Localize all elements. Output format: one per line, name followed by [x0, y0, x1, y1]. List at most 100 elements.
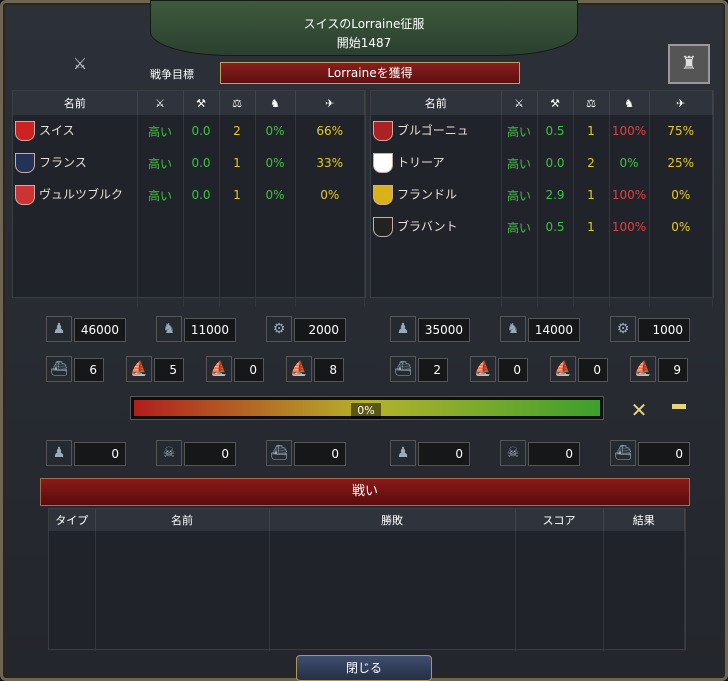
light-ship-count: 5 [154, 358, 184, 382]
country-row[interactable]: スイス 高い 0.0 2 0% 66% [13, 115, 365, 147]
infantry-losses: 0 [74, 442, 126, 466]
country-flag-icon[interactable] [373, 185, 393, 205]
transport-icon: ⛵ [630, 356, 656, 382]
artillery-icon: ⚙ [266, 316, 292, 342]
country-name: スイス [39, 123, 75, 138]
leader-portrait[interactable]: ♜ [668, 44, 710, 84]
stat-cell: 0% [649, 211, 713, 243]
morale-icon: ⚒ [183, 91, 220, 115]
ship-loss-icon: ⛴ [266, 440, 292, 466]
col-name: 名前 [95, 509, 270, 531]
country-row[interactable]: フランス 高い 0.0 1 0% 33% [13, 147, 365, 179]
stat-cell: 高い [501, 115, 538, 147]
close-button[interactable]: 閉じる [296, 655, 432, 681]
stat-cell: 0.0 [183, 147, 220, 179]
country-name: ヴュルツブルク [39, 187, 124, 202]
infantry-icon: ♟ [46, 316, 72, 342]
country-name: ブラバント [397, 219, 458, 234]
galley-icon: ⛵ [550, 356, 576, 382]
country-row[interactable]: ブラバント 高い 0.5 1 100% 0% [371, 211, 713, 243]
light-ship-count: 0 [498, 358, 528, 382]
infantry-losses: 0 [418, 442, 470, 466]
country-flag-icon[interactable] [373, 153, 393, 173]
country-row[interactable]: フランドル 高い 2.9 1 100% 0% [371, 179, 713, 211]
country-row[interactable]: トリーア 高い 0.0 2 0% 25% [371, 147, 713, 179]
country-flag-icon[interactable] [373, 121, 393, 141]
war-goal[interactable]: Lorraineを獲得 [220, 62, 520, 84]
stat-cell: 0% [649, 179, 713, 211]
battles-table: タイプ 名前 勝敗 スコア 結果 [48, 508, 686, 651]
stat-cell: 100% [609, 115, 650, 147]
heavy-ship-icon: ⛴ [390, 356, 416, 382]
artillery-count: 1000 [638, 318, 690, 342]
light-ship-icon: ⛵ [470, 356, 496, 382]
cavalry-icon: ♞ [156, 316, 182, 342]
cavalry-count: 14000 [528, 318, 580, 342]
stat-cell: 高い [137, 147, 184, 179]
tax-icon: ♞ [255, 91, 296, 115]
war-banner: スイスのLorraine征服 開始1487 [150, 0, 578, 56]
country-flag-icon[interactable] [15, 121, 35, 141]
cavalry-loss-icon: ☠ [500, 440, 526, 466]
stat-cell: 0.0 [183, 115, 220, 147]
empty-row [371, 275, 713, 307]
stat-cell: 0% [255, 115, 296, 147]
country-name: ブルゴーニュ [397, 123, 469, 138]
country-name: トリーア [397, 155, 445, 170]
collapse-icon[interactable] [672, 404, 686, 409]
col-name: 名前 [13, 91, 138, 115]
ship-losses: 0 [294, 442, 346, 466]
country-row[interactable]: ブルゴーニュ 高い 0.5 1 100% 75% [371, 115, 713, 147]
galley-icon: ⛵ [206, 356, 232, 382]
stat-cell: 高い [501, 211, 538, 243]
infantry-count: 46000 [74, 318, 126, 342]
war-title: スイスのLorraine征服 [303, 17, 425, 31]
stat-cell: 100% [609, 211, 650, 243]
infantry-icon: ♟ [390, 316, 416, 342]
stat-cell: 75% [649, 115, 713, 147]
infantry-loss-icon: ♟ [390, 440, 416, 466]
country-flag-icon[interactable] [15, 185, 35, 205]
empty-row [13, 211, 365, 243]
stat-cell: 高い [137, 179, 184, 211]
country-flag-icon[interactable] [373, 217, 393, 237]
stat-cell: 高い [501, 147, 538, 179]
col-outcome: 結果 [603, 509, 685, 531]
stat-cell: 1 [219, 147, 256, 179]
artillery-count: 2000 [294, 318, 346, 342]
stat-cell: 100% [609, 179, 650, 211]
stat-cell: 1 [573, 115, 610, 147]
infantry-loss-icon: ♟ [46, 440, 72, 466]
white-peace-icon[interactable]: ✕ [626, 398, 652, 422]
stat-cell: 0% [609, 147, 650, 179]
col-name: 名前 [371, 91, 502, 115]
stat-cell: 0.5 [537, 115, 574, 147]
stat-cell: 高い [501, 179, 538, 211]
cavalry-loss-icon: ☠ [156, 440, 182, 466]
transport-count: 9 [658, 358, 688, 382]
flee-icon: ✈ [649, 91, 713, 115]
war-goal-label: 戦争目標 [150, 68, 194, 81]
stat-cell: 0% [295, 179, 365, 211]
country-flag-icon[interactable] [15, 153, 35, 173]
stat-cell: 66% [295, 115, 365, 147]
country-row[interactable]: ヴュルツブルク 高い 0.0 1 0% 0% [13, 179, 365, 211]
col-type: タイプ [49, 509, 96, 531]
ship-loss-icon: ⛴ [610, 440, 636, 466]
infantry-count: 35000 [418, 318, 470, 342]
swords-icon: ⚔ [137, 91, 184, 115]
col-score: スコア [515, 509, 604, 531]
col-result-winloss: 勝敗 [269, 509, 516, 531]
galley-count: 0 [234, 358, 264, 382]
ship-losses: 0 [638, 442, 690, 466]
cavalry-losses: 0 [528, 442, 580, 466]
stat-cell: 0% [255, 179, 296, 211]
empty-row [13, 243, 365, 275]
war-start: 開始1487 [336, 36, 392, 50]
galley-count: 0 [578, 358, 608, 382]
stat-cell: 2 [219, 115, 256, 147]
cavalry-count: 11000 [184, 318, 236, 342]
crossed-swords-icon: ⚔ [72, 54, 88, 73]
transport-icon: ⛵ [286, 356, 312, 382]
stat-cell: 高い [137, 115, 184, 147]
